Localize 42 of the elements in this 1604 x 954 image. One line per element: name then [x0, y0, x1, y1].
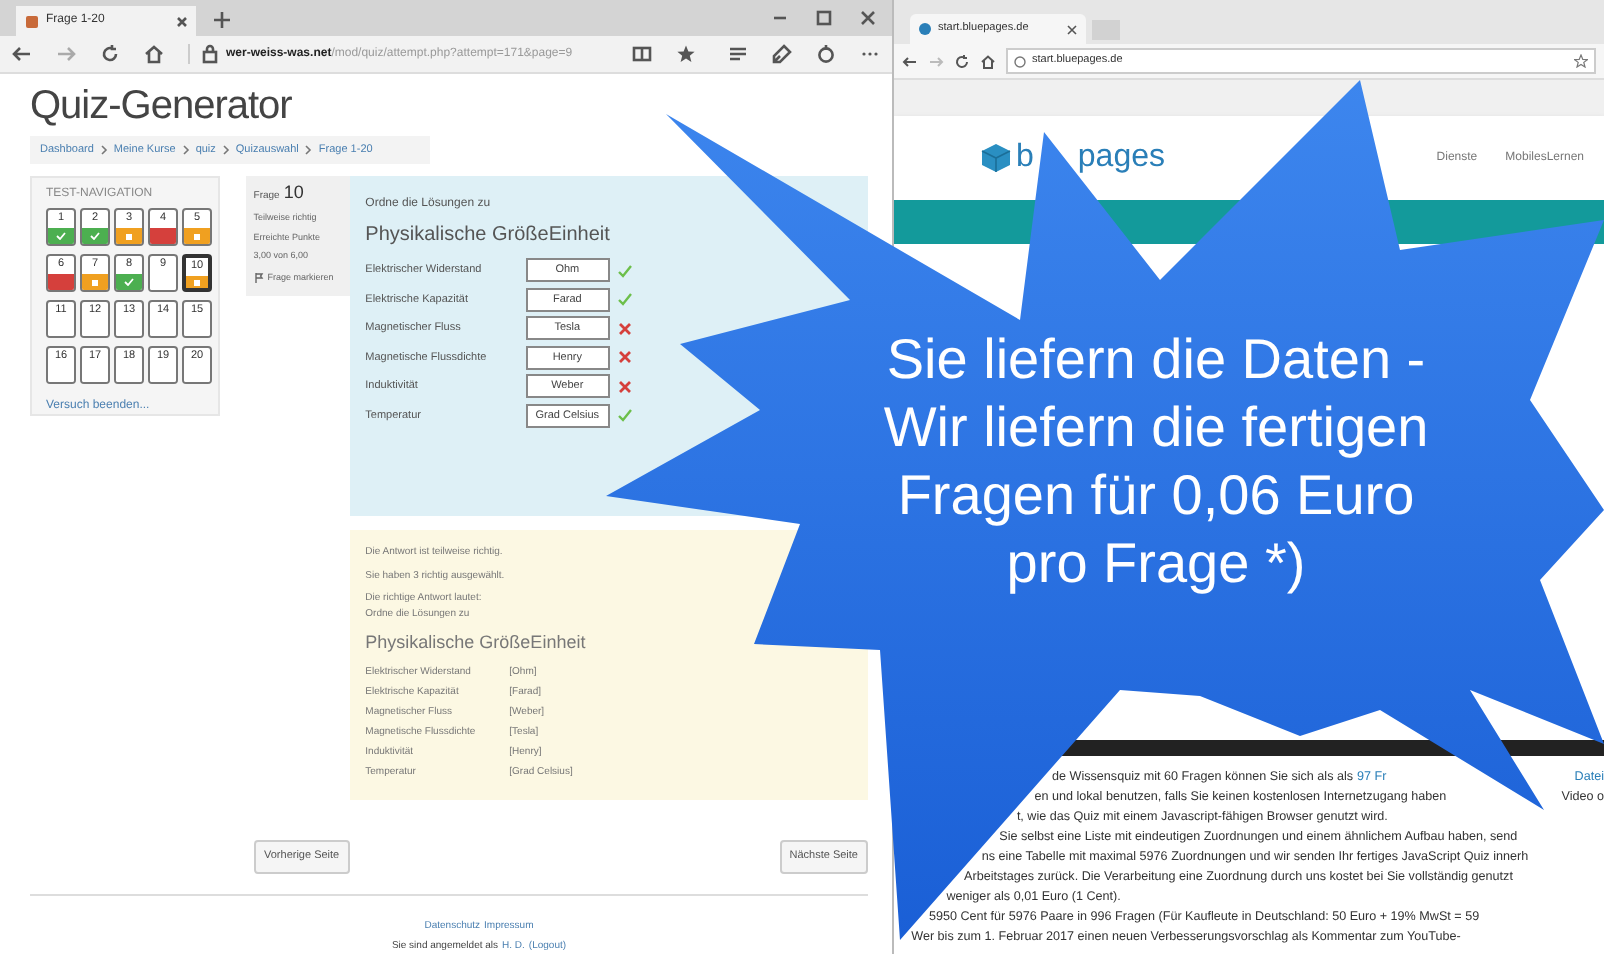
back-icon[interactable] [12, 44, 32, 64]
chevron-icon [304, 144, 313, 156]
page-title: Quiz-Generator [30, 82, 294, 130]
cube-logo-icon [980, 142, 1012, 174]
lock-icon [202, 44, 218, 64]
close-tab-icon[interactable] [176, 15, 188, 27]
refresh-icon[interactable] [100, 44, 120, 64]
refresh-icon[interactable] [954, 53, 970, 69]
back-icon[interactable] [902, 53, 918, 69]
square-icon [126, 233, 132, 239]
tab-favicon-icon [918, 22, 932, 36]
check-icon [56, 232, 66, 240]
info-icon [1014, 55, 1026, 67]
square-icon [194, 233, 200, 239]
new-tab-icon[interactable] [208, 6, 236, 34]
logo-text: b [1016, 138, 1034, 178]
reading-view-icon[interactable] [632, 44, 652, 64]
star-icon[interactable] [676, 44, 696, 64]
chevron-icon [181, 144, 190, 156]
close-tab-icon[interactable] [1066, 23, 1078, 35]
promo-text: pro Frage *) [1006, 530, 1306, 598]
table-heading: Physikalische GrößeEinheit [365, 222, 612, 250]
home-icon[interactable] [144, 44, 164, 64]
chevron-icon [99, 144, 108, 156]
maximize-icon[interactable] [816, 10, 832, 26]
flag-icon [253, 272, 264, 285]
square-icon [194, 279, 200, 285]
check-icon [124, 278, 134, 286]
chevron-icon [221, 144, 230, 156]
logo-text: pages [1077, 138, 1165, 178]
star-icon[interactable] [1574, 54, 1588, 68]
tab-favicon-icon [24, 13, 40, 29]
promo-text: Sie liefern die Daten - [886, 326, 1426, 394]
promo-text: Fragen für 0,06 Euro [897, 462, 1415, 530]
table-heading: Physikalische GrößeEinheit [365, 630, 588, 656]
check-icon [90, 232, 100, 240]
home-icon[interactable] [980, 53, 996, 69]
close-icon[interactable] [860, 10, 876, 26]
question-number: 10 [283, 180, 304, 206]
hub-icon[interactable] [728, 44, 748, 64]
promo-text: Wir liefern die fertigen [883, 394, 1429, 462]
square-icon [92, 279, 98, 285]
